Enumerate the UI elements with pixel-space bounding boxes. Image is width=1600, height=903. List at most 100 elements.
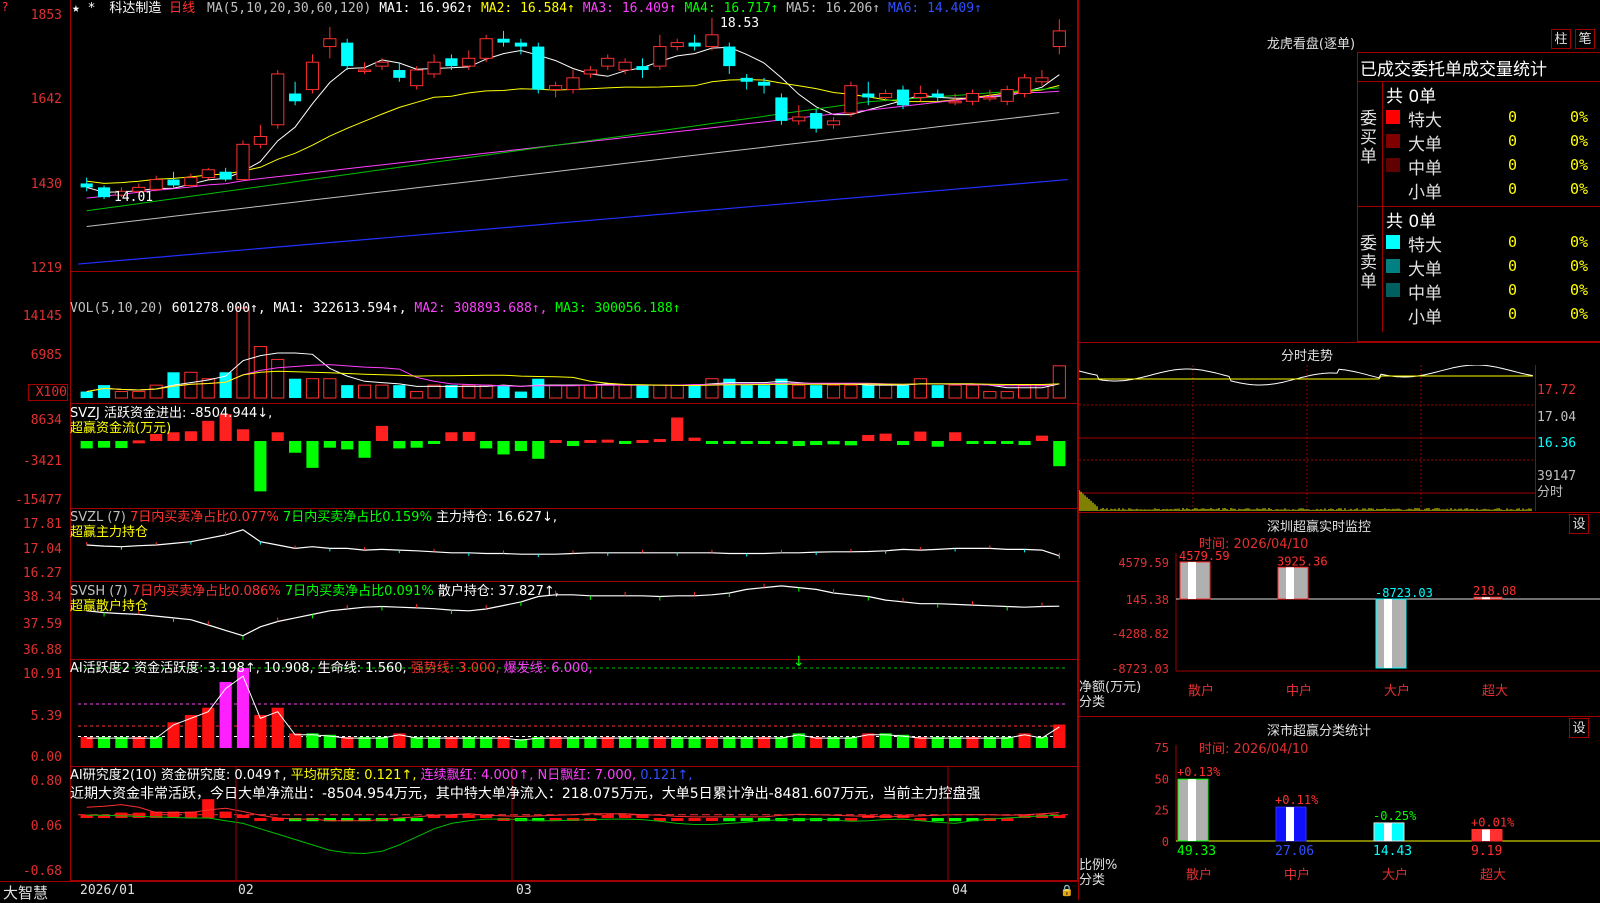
candle-body: [497, 39, 509, 43]
ai1-bar: [584, 737, 596, 748]
class-axis-tick: 0: [1162, 835, 1169, 849]
fund-flow-bar: [758, 441, 770, 444]
lock-icon[interactable]: 🔒: [1060, 884, 1074, 897]
ai1-bar: [845, 737, 857, 748]
intraday-chart[interactable]: [1079, 365, 1539, 511]
volume-bar: [984, 392, 996, 398]
candle-body: [966, 93, 978, 101]
tick-mode-button[interactable]: 笔: [1575, 29, 1595, 49]
ai1-bar: [428, 737, 440, 748]
sell-row-percent: 0%: [1570, 305, 1588, 323]
ai1-bar: [220, 682, 232, 748]
ai2-tick: -0.68: [0, 864, 62, 879]
svsh-title: SVSH (7) 7日内买卖净占比0.086% 7日内买卖净占比0.091% 散…: [70, 584, 559, 599]
ai1-bar: [133, 737, 145, 748]
candle-body: [602, 58, 614, 66]
sell-row-label: 大单: [1408, 255, 1442, 280]
volume-bar: [393, 385, 405, 398]
fund-flow-bar: [133, 440, 145, 443]
fund-flow-bar: [515, 441, 527, 451]
fund-flow-bar: [428, 441, 440, 444]
buy-row-label: 小单: [1408, 178, 1442, 203]
ai2-bar: [237, 815, 249, 818]
fund-flow-bar: [984, 441, 996, 444]
volume-bar: [98, 385, 110, 398]
class-bar-highlight: [1482, 829, 1490, 841]
vol-value: MA3: 300056.188↑: [555, 301, 680, 316]
svsh-tick: 36.88: [0, 643, 62, 658]
vol-value: MA1: 322613.594↑,: [274, 301, 415, 316]
candle-body: [341, 43, 353, 66]
volume-bar: [793, 385, 805, 398]
fund-flow-bar: [706, 441, 718, 444]
class-bar-delta: -0.25%: [1373, 809, 1417, 823]
volume-bar: [550, 385, 562, 398]
ai2-note: 近期大资金非常活跃，今日大单净流出：-8504.954万元，其中特大单净流入：2…: [70, 787, 981, 802]
monitor-bar-label: 4579.59: [1179, 549, 1230, 563]
buy-row-swatch: [1386, 110, 1400, 124]
ai2-bar: [671, 818, 683, 821]
ma-value: MA3: 16.409↑: [583, 1, 685, 16]
fund-flow-bar: [115, 441, 127, 448]
intraday-panel: 分时走势 17.72 17.04 16.36 39147 分时: [1079, 342, 1600, 512]
ai1-bar: [602, 737, 614, 748]
ai2-bar: [723, 818, 735, 821]
svzl-tick: 17.04: [0, 542, 62, 557]
ai1-bar: [810, 737, 822, 748]
ai1-bar: [411, 737, 423, 748]
class-category: 中户: [1284, 867, 1310, 883]
volume-bar: [880, 385, 892, 398]
intraday-price-line: [1079, 365, 1533, 385]
ai2-value: 0.121↑,: [640, 768, 692, 783]
ai2-bar: [949, 818, 961, 821]
chart-canvas[interactable]: ↓: [0, 0, 1100, 900]
volume-bar: [324, 379, 336, 398]
fund-flow-bar: [775, 441, 787, 444]
fund-flow-bar: [341, 441, 353, 449]
buy-row-percent: 0%: [1570, 108, 1588, 126]
vol-title: VOL(5,10,20) 601278.000↑, MA1: 322613.59…: [70, 301, 681, 316]
fund-flow-bar: [654, 439, 666, 442]
svzj-subtitle: 超赢资金流(万元): [70, 421, 171, 436]
fund-flow-bar: [966, 441, 978, 444]
volume-bar: [654, 385, 666, 398]
candle-body: [185, 178, 197, 186]
price-tick: 1219: [0, 261, 62, 276]
volume-bar: [445, 385, 457, 398]
ai1-bar: [1036, 737, 1048, 748]
class-category: 大户: [1382, 867, 1408, 883]
ai2-bar: [689, 818, 701, 821]
buy-row-value: 0: [1508, 108, 1517, 126]
sell-row-label: 中单: [1408, 279, 1442, 304]
ma-label: MA(5,10,20,30,60,120): [207, 1, 371, 16]
price-tick: 1642: [0, 92, 62, 107]
fund-flow-bar: [793, 441, 805, 446]
intraday-title: 分时走势: [1079, 345, 1535, 364]
svzl-title: SVZL (7) 7日内买卖净占比0.077% 7日内买卖净占比0.159% 主…: [70, 510, 557, 525]
volume-bar: [1019, 385, 1031, 398]
ai1-line: [87, 676, 1060, 740]
buy-row-percent: 0%: [1570, 180, 1588, 198]
candle-body: [480, 39, 492, 59]
volume-bar: [897, 385, 909, 398]
sell-row-percent: 0%: [1570, 233, 1588, 251]
candle-body: [428, 62, 440, 74]
monitor-bar-highlight: [1286, 567, 1294, 599]
vol-value: MA2: 308893.688↑,: [414, 301, 555, 316]
candle-body: [741, 78, 753, 82]
volume-bar: [463, 385, 475, 398]
monitor-bar-label: 3925.36: [1277, 554, 1328, 568]
candle-body: [254, 137, 266, 145]
volume-bar: [237, 308, 249, 398]
ai2-green-line: [87, 815, 1060, 853]
candle-body: [827, 121, 839, 125]
volume-bar: [810, 385, 822, 398]
candle-body: [862, 93, 874, 97]
date-label: 02: [238, 883, 254, 898]
ai1-bar: [966, 737, 978, 748]
volume-bar: [741, 385, 753, 398]
intraday-axis-tick: 17.04: [1537, 410, 1576, 425]
bar-mode-button[interactable]: 柱: [1551, 29, 1571, 49]
fund-flow-bar: [827, 441, 839, 444]
class-bar-delta: +0.11%: [1275, 793, 1319, 807]
